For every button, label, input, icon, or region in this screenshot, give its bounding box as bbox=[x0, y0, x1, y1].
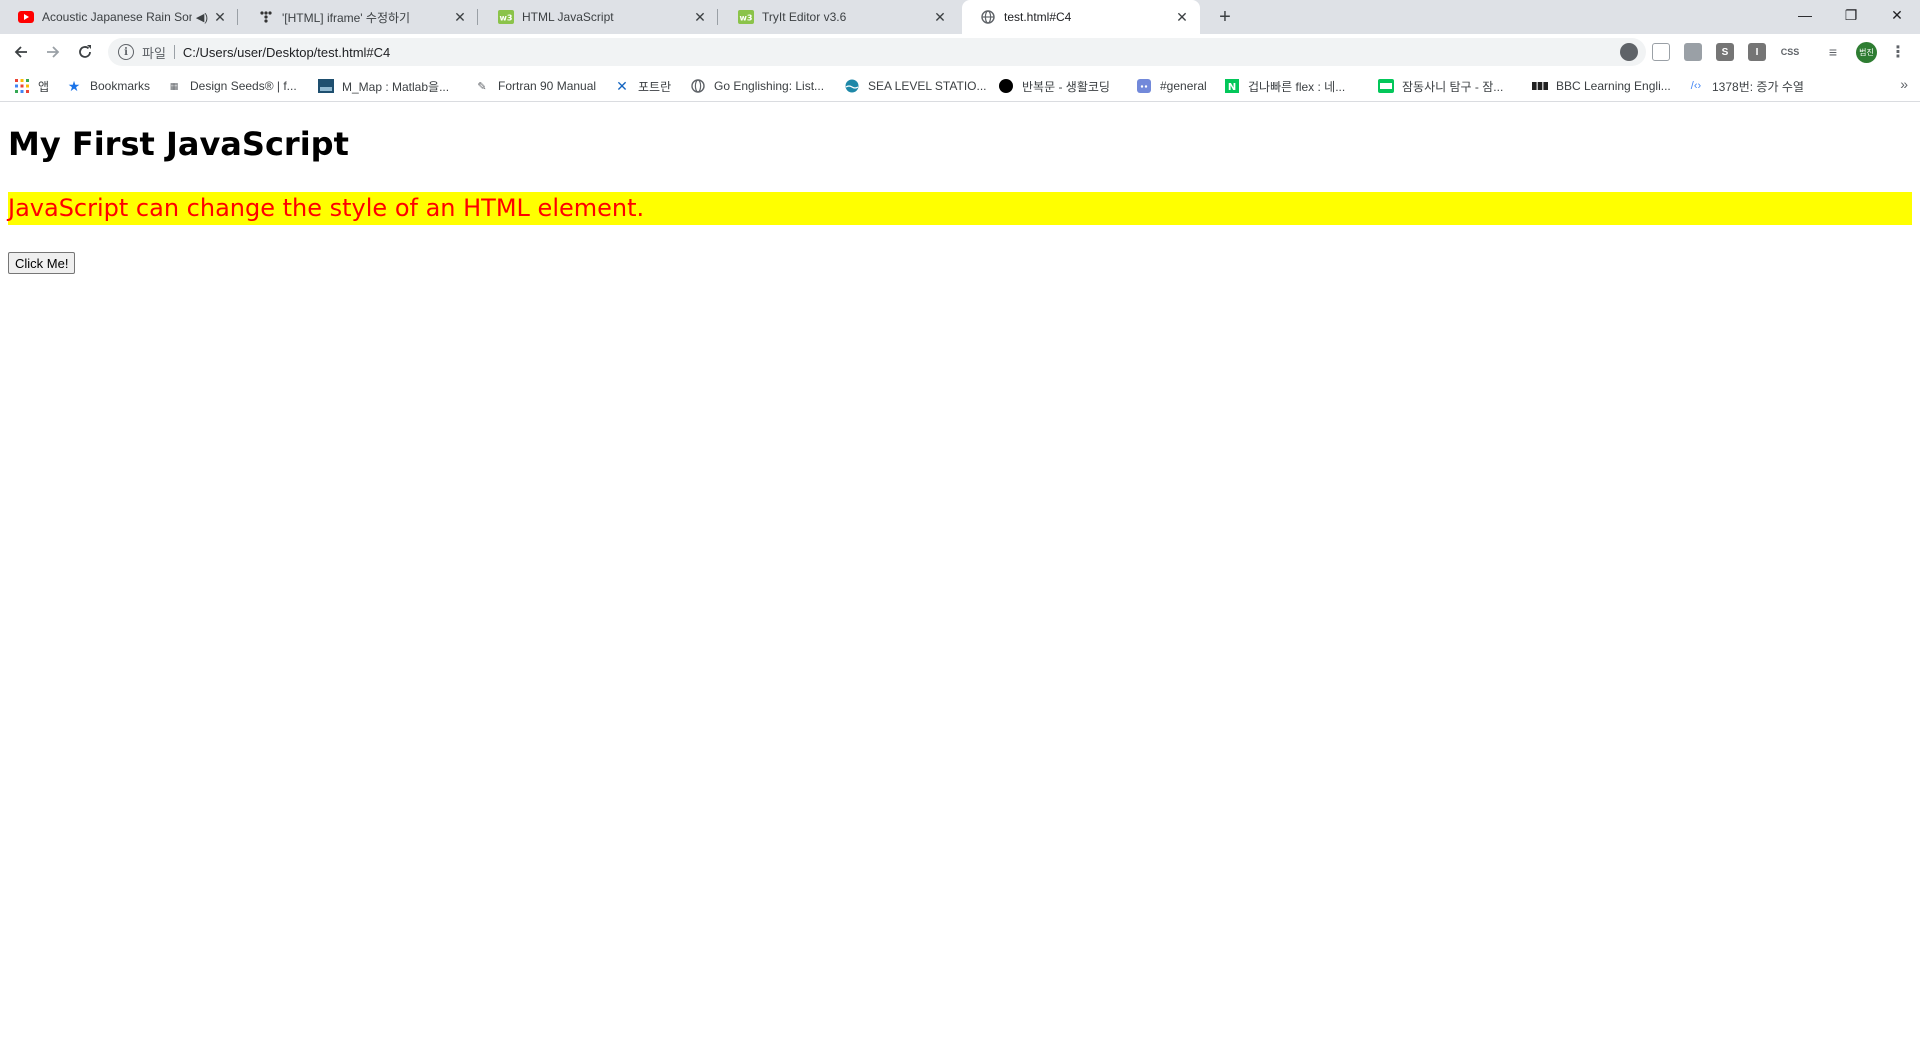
scheme-label: 파일 bbox=[142, 45, 166, 61]
svg-text:w3: w3 bbox=[740, 14, 753, 23]
youtube-icon bbox=[18, 9, 34, 25]
design-seeds-icon: ▦ bbox=[169, 80, 179, 91]
tab-separator bbox=[477, 9, 478, 25]
bookmark-fortran-kr[interactable]: ✕ 포트란 bbox=[614, 76, 671, 96]
ext-circle-icon[interactable] bbox=[1620, 43, 1638, 61]
bookmark-baekjoon[interactable]: /‹› 1378번: 증가 수열 bbox=[1688, 76, 1804, 96]
ext-mic-icon[interactable] bbox=[1684, 43, 1702, 61]
tab-separator bbox=[717, 9, 718, 25]
close-tab-icon[interactable]: ✕ bbox=[212, 9, 228, 25]
bookmark-label: Bookmarks bbox=[90, 79, 151, 93]
fortran-icon: ✎ bbox=[477, 80, 487, 93]
globe-icon bbox=[690, 78, 706, 94]
bookmark-design-seeds[interactable]: ▦ Design Seeds® | f... bbox=[166, 76, 297, 96]
m-map-icon bbox=[318, 78, 334, 94]
restore-button[interactable]: ❐ bbox=[1828, 0, 1874, 30]
bookmark-label: M_Map : Matlab을... bbox=[342, 79, 450, 94]
bookmark-apps[interactable]: 앱 bbox=[14, 76, 49, 96]
ext-css-icon[interactable]: CSS bbox=[1778, 43, 1802, 61]
naver-icon: N bbox=[1224, 78, 1240, 94]
tab-separator bbox=[237, 9, 238, 25]
bookmark-label: Go Englishing: List... bbox=[714, 79, 825, 93]
tab-test-html[interactable]: test.html#C4 ✕ bbox=[962, 0, 1200, 34]
bookmark-general[interactable]: #general bbox=[1136, 76, 1207, 96]
ext-s-icon[interactable]: S bbox=[1716, 43, 1734, 61]
tab-title: TryIt Editor v3.6 bbox=[762, 10, 847, 24]
close-tab-icon[interactable]: ✕ bbox=[692, 9, 708, 25]
url-text[interactable]: C:/Users/user/Desktop/test.html#C4 bbox=[183, 45, 390, 60]
tab-title: '[HTML] iframe' 수정하기 bbox=[282, 10, 411, 25]
bookmark-label: BBC Learning Engli... bbox=[1556, 79, 1671, 93]
close-tab-icon[interactable]: ✕ bbox=[452, 9, 468, 25]
bookmark-label: Design Seeds® | f... bbox=[190, 79, 297, 93]
info-icon[interactable]: i bbox=[118, 44, 134, 60]
tab-title: HTML JavaScript bbox=[522, 10, 614, 24]
cross-icon: ✕ bbox=[616, 77, 628, 94]
speaker-icon[interactable]: ◀) bbox=[196, 11, 208, 24]
bookmark-label: 잠동사니 탐구 - 잠... bbox=[1402, 79, 1504, 94]
reload-icon[interactable] bbox=[70, 37, 100, 67]
bookmark-opentutorials[interactable]: 반복문 - 생활코딩 bbox=[998, 76, 1110, 96]
w3schools-icon: w3 bbox=[498, 9, 514, 25]
media-control-icon[interactable]: ≡ bbox=[1824, 43, 1842, 61]
bookmark-label: 1378번: 증가 수열 bbox=[1712, 79, 1804, 94]
bookmark-label: 포트란 bbox=[638, 79, 672, 94]
back-icon[interactable] bbox=[6, 37, 36, 67]
bookmark-label: 반복문 - 생활코딩 bbox=[1022, 79, 1110, 94]
tab-html-javascript[interactable]: w3 HTML JavaScript ✕ bbox=[480, 0, 718, 34]
close-tab-icon[interactable]: ✕ bbox=[932, 9, 948, 25]
click-me-button[interactable]: Click Me! bbox=[8, 252, 76, 274]
sea-level-icon bbox=[844, 78, 860, 94]
page-heading: My First JavaScript bbox=[8, 125, 349, 163]
svg-text:N: N bbox=[1228, 82, 1236, 93]
tab-tryit-editor[interactable]: w3 TryIt Editor v3.6 ✕ bbox=[720, 0, 958, 34]
bookmarks-bar: 앱 ★ Bookmarks ▦ Design Seeds® | f... M_M… bbox=[0, 70, 1920, 102]
bookmark-label: Fortran 90 Manual bbox=[498, 79, 597, 93]
new-tab-button[interactable]: + bbox=[1212, 5, 1238, 29]
minimize-button[interactable]: — bbox=[1782, 0, 1828, 30]
bookmark-m-map[interactable]: M_Map : Matlab을... bbox=[318, 76, 449, 96]
globe-icon bbox=[980, 9, 996, 25]
bookmark-flex[interactable]: N 겁나빠른 flex : 네... bbox=[1224, 76, 1345, 96]
close-window-button[interactable]: ✕ bbox=[1874, 0, 1920, 30]
tab-title: test.html#C4 bbox=[1004, 10, 1072, 24]
tab-youtube[interactable]: Acoustic Japanese Rain Son ◀) ✕ bbox=[0, 0, 238, 34]
bookmark-blog[interactable]: 잠동사니 탐구 - 잠... bbox=[1378, 76, 1503, 96]
bookmark-fortran[interactable]: ✎ Fortran 90 Manual bbox=[474, 76, 596, 96]
bookmark-label: 겁나빠른 flex : 네... bbox=[1248, 79, 1346, 94]
close-tab-icon[interactable]: ✕ bbox=[1174, 9, 1190, 25]
bookmark-bookmarks[interactable]: ★ Bookmarks bbox=[66, 76, 150, 96]
tab-title: Acoustic Japanese Rain Son bbox=[42, 10, 192, 24]
discord-icon bbox=[1136, 78, 1152, 94]
divider bbox=[173, 45, 175, 59]
ext-screen-icon[interactable] bbox=[1652, 43, 1670, 61]
code-icon: /‹› bbox=[1690, 80, 1702, 92]
apps-grid-icon bbox=[14, 78, 30, 94]
dots-icon bbox=[258, 9, 274, 25]
tab-strip: Acoustic Japanese Rain Son ◀) ✕ '[HTML] … bbox=[0, 0, 1920, 34]
bookmark-label: 앱 bbox=[38, 79, 50, 94]
ext-i-icon[interactable]: I bbox=[1748, 43, 1766, 61]
bookmark-go-englishing[interactable]: Go Englishing: List... bbox=[690, 76, 824, 96]
demo-paragraph: JavaScript can change the style of an HT… bbox=[8, 192, 1912, 225]
bookmark-label: SEA LEVEL STATIO... bbox=[868, 79, 987, 93]
page-content: My First JavaScript JavaScript can chang… bbox=[0, 103, 1920, 1040]
tab-iframe[interactable]: '[HTML] iframe' 수정하기 ✕ bbox=[240, 0, 478, 34]
browser-toolbar: i 파일 C:/Users/user/Desktop/test.html#C4 … bbox=[0, 34, 1920, 70]
blog-icon bbox=[1378, 78, 1394, 94]
bookmark-label: #general bbox=[1160, 79, 1207, 93]
bookmark-bbc[interactable]: BBC Learning Engli... bbox=[1532, 76, 1671, 96]
bbc-icon bbox=[1532, 78, 1548, 94]
avatar[interactable]: 범진 bbox=[1856, 42, 1877, 63]
forward-icon[interactable] bbox=[38, 37, 68, 67]
more-bookmarks-icon[interactable]: » bbox=[1900, 76, 1908, 92]
svg-text:w3: w3 bbox=[500, 14, 513, 23]
bookmark-sea-level[interactable]: SEA LEVEL STATIO... bbox=[844, 76, 987, 96]
address-bar[interactable]: i 파일 C:/Users/user/Desktop/test.html#C4 … bbox=[108, 38, 1646, 66]
circle-icon bbox=[998, 78, 1014, 94]
star-icon: ★ bbox=[67, 77, 81, 94]
w3schools-icon: w3 bbox=[738, 9, 754, 25]
menu-icon[interactable]: ⋮ bbox=[1888, 40, 1908, 64]
